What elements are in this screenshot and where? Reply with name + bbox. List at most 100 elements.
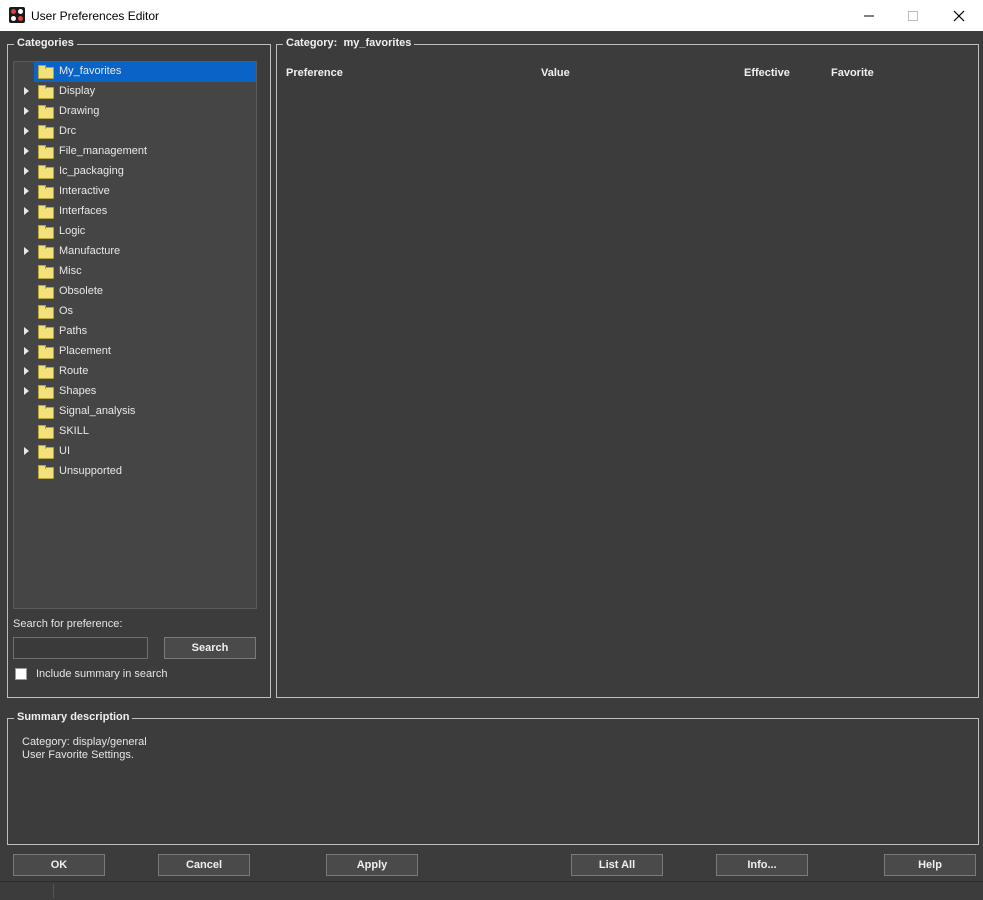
tree-item-route[interactable]: Route — [14, 362, 256, 382]
folder-icon — [38, 85, 54, 99]
tree-item-drc[interactable]: Drc — [14, 122, 256, 142]
info-button[interactable]: Info... — [716, 854, 808, 876]
help-button[interactable]: Help — [884, 854, 976, 876]
column-header-effective[interactable]: Effective — [744, 67, 790, 79]
folder-icon — [38, 185, 54, 199]
status-divider — [53, 884, 54, 898]
folder-icon — [38, 405, 54, 419]
category-panel: Category: my_favorites — [276, 37, 979, 698]
expand-arrow-icon[interactable] — [24, 147, 29, 155]
tree-item-label: Drawing — [59, 105, 100, 117]
tree-item-display[interactable]: Display — [14, 82, 256, 102]
tree-item-label: Misc — [59, 265, 82, 277]
folder-icon — [38, 385, 54, 399]
tree-item-file-management[interactable]: File_management — [14, 142, 256, 162]
tree-item-label: Manufacture — [59, 245, 121, 257]
tree-item-label: Interactive — [59, 185, 110, 197]
tree-item-misc[interactable]: Misc — [14, 262, 256, 282]
summary-group: Summary description — [7, 711, 979, 845]
expand-arrow-icon[interactable] — [24, 87, 29, 95]
close-button[interactable] — [936, 0, 982, 31]
folder-icon — [38, 425, 54, 439]
minimize-icon — [864, 15, 874, 16]
summary-line-category: Category: display/general — [22, 736, 147, 748]
folder-icon — [38, 445, 54, 459]
expand-arrow-icon[interactable] — [24, 127, 29, 135]
maximize-button[interactable] — [890, 0, 936, 31]
tree-item-label: SKILL — [59, 425, 89, 437]
expand-arrow-icon[interactable] — [24, 347, 29, 355]
summary-legend: Summary description — [14, 711, 133, 723]
list-all-button[interactable]: List All — [571, 854, 663, 876]
folder-icon — [38, 365, 54, 379]
minimize-button[interactable] — [846, 0, 892, 31]
folder-icon — [38, 165, 54, 179]
tree-item-unsupported[interactable]: Unsupported — [14, 462, 256, 482]
tree-item-placement[interactable]: Placement — [14, 342, 256, 362]
tree-item-label: Os — [59, 305, 74, 317]
tree-item-label: Interfaces — [59, 205, 108, 217]
column-header-value[interactable]: Value — [541, 67, 570, 79]
expand-arrow-icon[interactable] — [24, 107, 29, 115]
tree-item-interactive[interactable]: Interactive — [14, 182, 256, 202]
folder-icon — [38, 245, 54, 259]
tree-item-label: Placement — [59, 345, 111, 357]
include-summary-checkbox[interactable] — [15, 668, 27, 680]
expand-arrow-icon[interactable] — [24, 167, 29, 175]
tree-item-os[interactable]: Os — [14, 302, 256, 322]
tree-item-label: Paths — [59, 325, 88, 337]
tree-item-shapes[interactable]: Shapes — [14, 382, 256, 402]
expand-arrow-icon[interactable] — [24, 247, 29, 255]
categories-legend: Categories — [14, 37, 77, 49]
expand-arrow-icon[interactable] — [24, 387, 29, 395]
tree-item-label: UI — [59, 445, 70, 457]
folder-icon — [38, 345, 54, 359]
expand-arrow-icon[interactable] — [24, 207, 29, 215]
tree-item-skill[interactable]: SKILL — [14, 422, 256, 442]
folder-icon — [38, 465, 54, 479]
status-bar — [0, 881, 983, 900]
tree-item-signal-analysis[interactable]: Signal_analysis — [14, 402, 256, 422]
tree-item-label: Route — [59, 365, 89, 377]
maximize-icon — [908, 10, 918, 21]
tree-item-label: Drc — [59, 125, 77, 137]
summary-line-description: User Favorite Settings. — [22, 749, 134, 761]
tree-item-label: Obsolete — [59, 285, 104, 297]
window-title: User Preferences Editor — [31, 9, 160, 23]
category-legend: Category: my_favorites — [283, 37, 415, 49]
expand-arrow-icon[interactable] — [24, 447, 29, 455]
expand-arrow-icon[interactable] — [24, 187, 29, 195]
categories-tree[interactable]: My_favorites Display Drawing Drc File_manage… — [13, 61, 257, 609]
title-bar: User Preferences Editor — [0, 0, 983, 31]
tree-item-interfaces[interactable]: Interfaces — [14, 202, 256, 222]
expand-arrow-icon[interactable] — [24, 327, 29, 335]
apply-button[interactable]: Apply — [326, 854, 418, 876]
ok-button[interactable]: OK — [13, 854, 105, 876]
expand-arrow-icon[interactable] — [24, 367, 29, 375]
tree-item-label: Logic — [59, 225, 86, 237]
folder-icon — [38, 145, 54, 159]
search-button[interactable]: Search — [164, 637, 256, 659]
search-label: Search for preference: — [13, 618, 123, 630]
tree-item-label: Shapes — [59, 385, 97, 397]
tree-item-logic[interactable]: Logic — [14, 222, 256, 242]
close-icon — [953, 10, 965, 21]
tree-item-paths[interactable]: Paths — [14, 322, 256, 342]
folder-icon — [38, 305, 54, 319]
column-header-favorite[interactable]: Favorite — [831, 67, 874, 79]
folder-icon — [38, 205, 54, 219]
tree-item-label: Unsupported — [59, 465, 122, 477]
tree-item-manufacture[interactable]: Manufacture — [14, 242, 256, 262]
tree-item-ic-packaging[interactable]: Ic_packaging — [14, 162, 256, 182]
tree-item-my-favorites[interactable]: My_favorites — [14, 62, 256, 82]
app-logo-icon — [9, 7, 25, 23]
tree-item-obsolete[interactable]: Obsolete — [14, 282, 256, 302]
search-input[interactable] — [13, 637, 148, 659]
folder-icon — [38, 105, 54, 119]
tree-item-label: My_favorites — [59, 65, 122, 77]
tree-item-drawing[interactable]: Drawing — [14, 102, 256, 122]
cancel-button[interactable]: Cancel — [158, 854, 250, 876]
folder-icon — [38, 285, 54, 299]
tree-item-ui[interactable]: UI — [14, 442, 256, 462]
column-header-preference[interactable]: Preference — [286, 67, 343, 79]
